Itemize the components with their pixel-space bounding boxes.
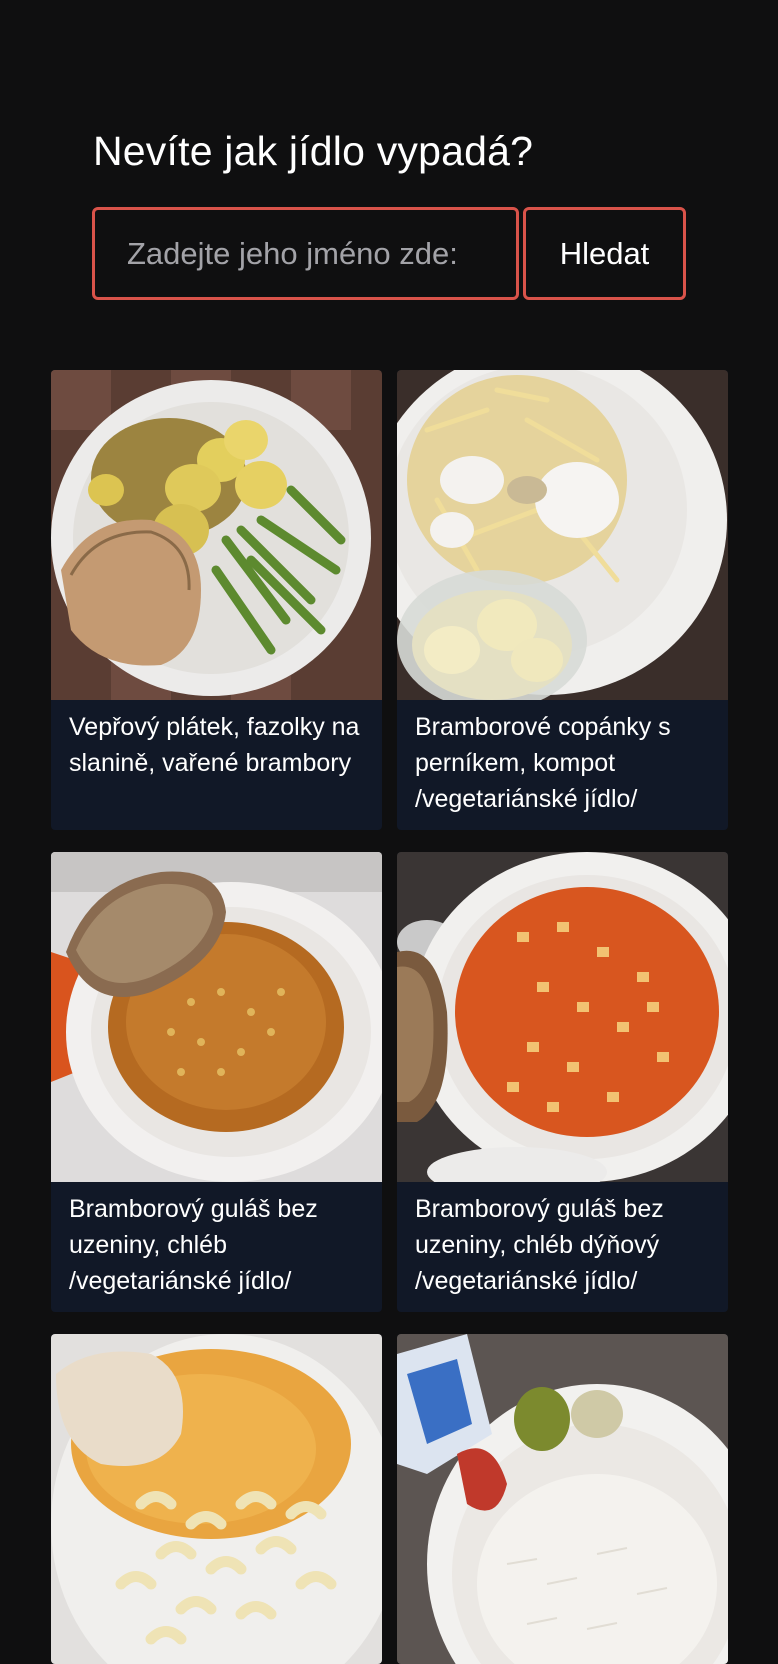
page-title: Nevíte jak jídlo vypadá? bbox=[93, 128, 534, 174]
search-input[interactable] bbox=[92, 207, 519, 300]
meal-caption: Bramborový guláš bez uzeniny, chléb dýňo… bbox=[415, 1195, 664, 1295]
meal-card[interactable]: Bramborový guláš bez uzeniny, chléb dýňo… bbox=[397, 852, 728, 1312]
meal-card[interactable]: Bramborový guláš bez uzeniny, chléb /veg… bbox=[51, 852, 382, 1312]
meal-caption: Vepřový plátek, fazolky na slanině, vaře… bbox=[69, 713, 360, 777]
meal-caption: Bramborové copánky s perníkem, kompot /v… bbox=[415, 713, 671, 813]
meal-photo bbox=[397, 1334, 728, 1664]
meal-card[interactable]: Vepřový plátek, fazolky na slanině, vaře… bbox=[51, 370, 382, 830]
meal-card[interactable] bbox=[51, 1334, 382, 1664]
meal-photo bbox=[51, 852, 382, 1182]
search-button[interactable]: Hledat bbox=[523, 207, 686, 300]
meal-photo bbox=[397, 370, 728, 700]
meal-card[interactable] bbox=[397, 1334, 728, 1664]
meal-photo bbox=[51, 370, 382, 700]
search-bar: Hledat bbox=[92, 207, 686, 300]
meal-card[interactable]: Bramborové copánky s perníkem, kompot /v… bbox=[397, 370, 728, 830]
meal-caption: Bramborový guláš bez uzeniny, chléb /veg… bbox=[69, 1195, 318, 1295]
meal-photo bbox=[51, 1334, 382, 1664]
meal-photo bbox=[397, 852, 728, 1182]
